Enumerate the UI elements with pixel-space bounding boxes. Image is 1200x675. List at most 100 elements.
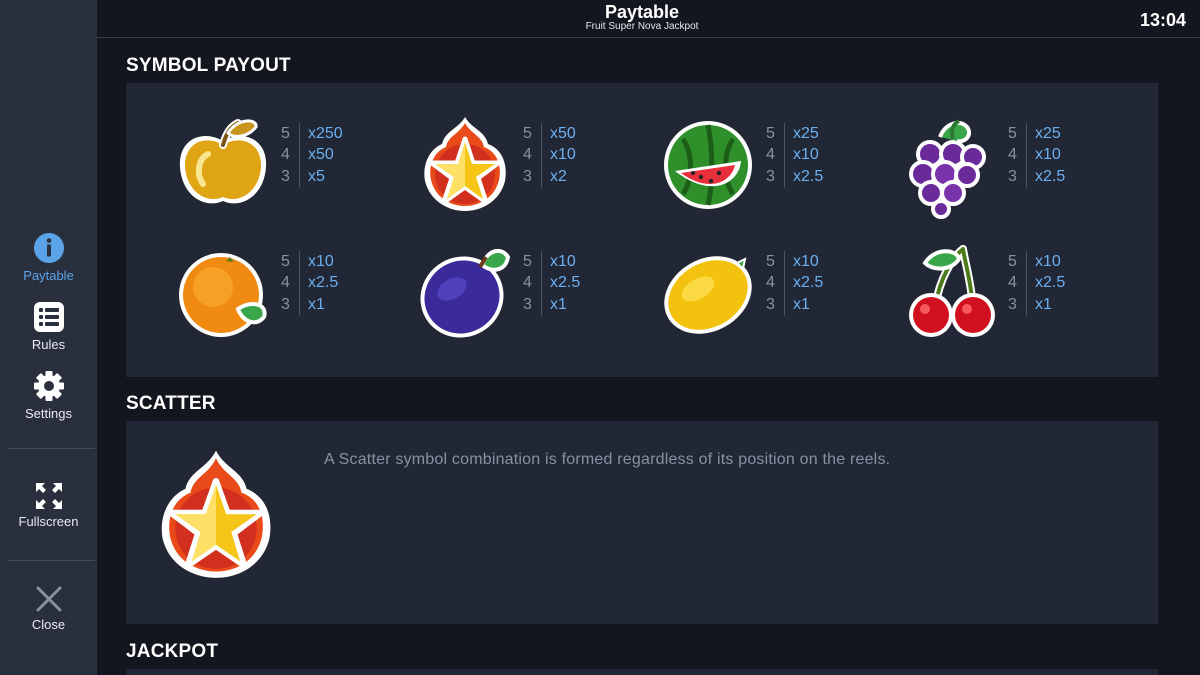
scatter-panel: A Scatter symbol combination is formed r… [126, 421, 1158, 624]
cherries-icon [909, 245, 995, 337]
orange-icon [179, 253, 267, 337]
divider [1026, 251, 1027, 273]
symbol-orange: 5 x10 4 x2.5 3 x1 [168, 237, 410, 347]
payout-multiplier: x1 [793, 295, 810, 313]
payout-list: 5 x25 4 x10 3 x2.5 [1008, 123, 1065, 188]
divider [541, 251, 542, 273]
symbol-count: 4 [1008, 146, 1017, 164]
plum-icon [420, 248, 511, 338]
page-subtitle: Fruit Super Nova Jackpot [585, 21, 699, 32]
symbol-count: 4 [523, 274, 532, 292]
payout-multiplier: x50 [308, 146, 334, 164]
grapes-icon [909, 119, 986, 219]
symbol-payout-panel: 5 x250 4 x50 3 x5 5 x50 4 x10 3 x2 5 x25… [126, 83, 1158, 377]
fullscreen-icon [35, 483, 62, 509]
payout-multiplier: x25 [1035, 124, 1061, 142]
symbol-count: 4 [766, 146, 775, 164]
sidebar-item-label: Fullscreen [18, 514, 79, 529]
symbol-count: 5 [1008, 252, 1017, 270]
payout-list: 5 x10 4 x2.5 3 x1 [766, 251, 823, 316]
divider [1026, 166, 1027, 188]
close-icon [36, 586, 61, 612]
scatter-description: A Scatter symbol combination is formed r… [324, 451, 891, 468]
payout-multiplier: x10 [1035, 146, 1061, 164]
symbol-count: 4 [523, 146, 532, 164]
clock: 13:04 [1139, 10, 1186, 30]
sidebar-divider [8, 560, 95, 561]
sidebar-item-fullscreen[interactable]: Fullscreen [0, 482, 97, 529]
symbol-count: 5 [766, 252, 775, 270]
divider [299, 166, 300, 188]
page-title: Paytable [604, 2, 680, 22]
divider [299, 294, 300, 316]
header: Paytable Fruit Super Nova Jackpot 13:04 [97, 0, 1200, 38]
symbol-count: 5 [281, 124, 290, 142]
symbol-count: 3 [281, 295, 290, 313]
section-title-jackpot: JACKPOT [126, 641, 219, 662]
payout-multiplier: x5 [308, 167, 325, 185]
symbol-count: 4 [1008, 274, 1017, 292]
divider [1026, 144, 1027, 166]
symbol-count: 4 [766, 274, 775, 292]
payout-multiplier: x10 [308, 252, 334, 270]
symbol-grapes: 5 x25 4 x10 3 x2.5 [895, 109, 1137, 219]
payout-list: 5 x50 4 x10 3 x2 [523, 123, 576, 188]
divider [541, 294, 542, 316]
symbol-plum: 5 x10 4 x2.5 3 x1 [410, 237, 652, 347]
symbol-count: 3 [523, 167, 532, 185]
payout-multiplier: x10 [793, 252, 819, 270]
payout-multiplier: x2.5 [308, 274, 339, 292]
payout-multiplier: x10 [1035, 252, 1061, 270]
payout-multiplier: x2.5 [1035, 274, 1066, 292]
sidebar-item-label: Close [31, 617, 66, 632]
divider [1026, 272, 1027, 294]
sidebar-item-label: Settings [25, 406, 72, 421]
divider [1026, 294, 1027, 316]
payout-list: 5 x10 4 x2.5 3 x1 [281, 251, 338, 316]
divider [1026, 123, 1027, 145]
symbol-count: 4 [281, 146, 290, 164]
symbol-count: 5 [523, 252, 532, 270]
divider [299, 123, 300, 145]
sidebar-item-paytable[interactable]: Paytable [0, 232, 97, 283]
payout-multiplier: x50 [550, 124, 576, 142]
jackpot-panel [126, 669, 1158, 675]
payout-multiplier: x250 [308, 124, 343, 142]
section-title-scatter: SCATTER [126, 393, 216, 414]
payout-multiplier: x2.5 [1035, 167, 1066, 185]
symbol-star: 5 x50 4 x10 3 x2 [410, 109, 652, 219]
sidebar-divider [8, 448, 95, 449]
watermelon-icon [664, 121, 752, 209]
payout-multiplier: x1 [308, 295, 325, 313]
divider [784, 272, 785, 294]
symbol-count: 3 [523, 295, 532, 313]
paytable-content[interactable]: SYMBOL PAYOUT 5 x250 4 x50 3 x5 5 x50 4 … [97, 39, 1200, 675]
lemon-icon [664, 256, 752, 334]
list-icon [33, 302, 64, 332]
divider [784, 166, 785, 188]
symbol-watermelon: 5 x25 4 x10 3 x2.5 [653, 109, 895, 219]
sidebar-item-rules[interactable]: Rules [0, 301, 97, 352]
golden-apple-icon [179, 119, 267, 204]
symbol-count: 5 [1008, 124, 1017, 142]
symbol-cherries: 5 x10 4 x2.5 3 x1 [895, 237, 1137, 347]
symbol-count: 3 [766, 295, 775, 313]
symbol-count: 3 [281, 167, 290, 185]
scatter-star-icon [161, 450, 271, 578]
symbol-count: 5 [766, 124, 775, 142]
sidebar-item-label: Rules [31, 337, 66, 352]
payout-multiplier: x25 [793, 124, 819, 142]
payout-multiplier: x10 [793, 146, 819, 164]
sidebar: Paytable Rules Settings Fullscreen Close [0, 0, 97, 675]
symbol-count: 3 [766, 167, 775, 185]
divider [299, 272, 300, 294]
sidebar-item-close[interactable]: Close [0, 585, 97, 632]
payout-multiplier: x1 [550, 295, 567, 313]
payout-list: 5 x10 4 x2.5 3 x1 [1008, 251, 1065, 316]
section-title-symbol-payout: SYMBOL PAYOUT [126, 55, 291, 76]
symbol-golden-apple: 5 x250 4 x50 3 x5 [168, 109, 410, 219]
payout-multiplier: x2 [550, 167, 567, 185]
divider [541, 123, 542, 145]
payout-list: 5 x10 4 x2.5 3 x1 [523, 251, 580, 316]
sidebar-item-settings[interactable]: Settings [0, 370, 97, 421]
